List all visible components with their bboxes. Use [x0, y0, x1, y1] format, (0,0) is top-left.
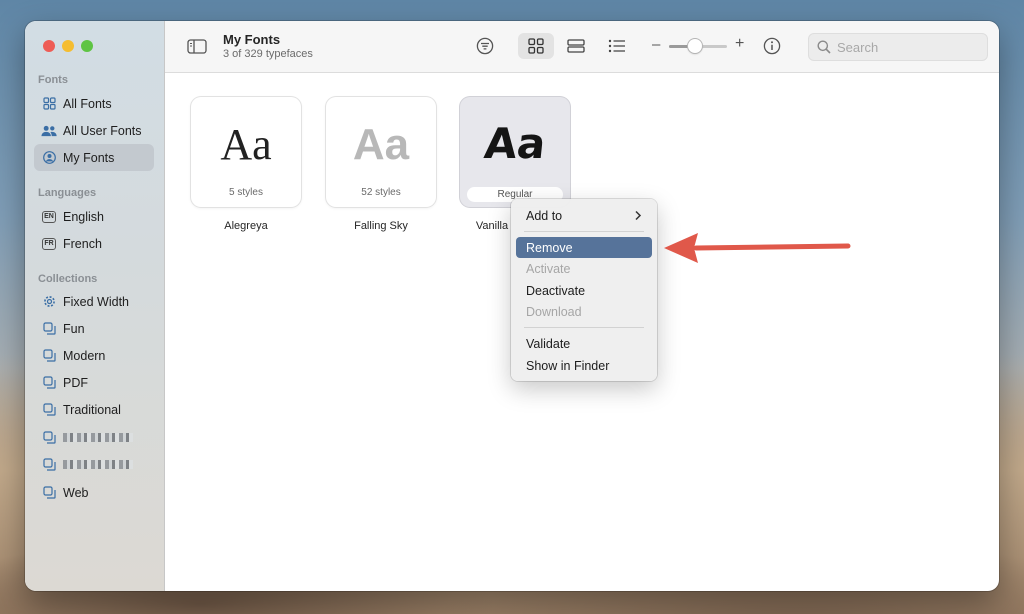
sidebar-item-label: Fixed Width [63, 294, 129, 309]
context-menu: Add to Remove Activate Deactivate Downlo… [511, 199, 657, 381]
sidebar-item-label: English [63, 209, 104, 224]
sidebar-item-web[interactable]: Web [34, 479, 154, 506]
info-button[interactable] [758, 33, 786, 59]
sidebar-toggle-button[interactable] [183, 33, 211, 59]
section-title-fonts: Fonts [38, 74, 68, 86]
list-view-button[interactable] [599, 33, 635, 59]
sidebar: Fonts All Fonts All User Fonts My Fonts … [25, 21, 165, 591]
font-sample: Aa [352, 120, 410, 169]
annotation-arrow-icon [664, 233, 851, 263]
sidebar-item-redacted[interactable] [34, 451, 154, 478]
sidebar-item-label: Traditional [63, 402, 121, 417]
menu-item-validate[interactable]: Validate [516, 333, 652, 354]
menu-item-activate: Activate [516, 258, 652, 279]
grid-view-icon [528, 38, 544, 54]
collection-icon [41, 322, 57, 335]
menu-item-show-in-finder[interactable]: Show in Finder [516, 355, 652, 376]
menu-separator [524, 327, 644, 328]
slider-knob[interactable] [688, 39, 703, 53]
zoom-in-label[interactable]: + [735, 35, 744, 53]
font-sample: Aa [482, 119, 549, 168]
search-icon [817, 40, 831, 54]
font-name: Falling Sky [354, 220, 408, 232]
grid-icon [41, 97, 57, 110]
section-title-collections: Collections [38, 273, 98, 285]
menu-item-label: Add to [526, 208, 563, 223]
sidebar-item-fixed-width[interactable]: Fixed Width [34, 288, 154, 315]
gear-icon [41, 295, 57, 308]
font-styles-count: 52 styles [361, 187, 401, 198]
minimize-button[interactable] [62, 40, 74, 52]
close-button[interactable] [43, 40, 55, 52]
strip-view-icon [567, 39, 585, 53]
menu-item-label: Activate [526, 261, 571, 276]
font-name: Alegreya [224, 220, 268, 232]
search-input[interactable] [835, 38, 979, 56]
sidebar-item-french[interactable]: FR French [34, 230, 154, 257]
sidebar-item-traditional[interactable]: Traditional [34, 396, 154, 423]
filter-icon [476, 37, 494, 55]
sidebar-item-label: Web [63, 485, 89, 500]
window-title: My Fonts [223, 32, 281, 47]
redacted-label [63, 460, 133, 469]
search-field[interactable] [808, 33, 988, 61]
collection-icon [41, 431, 57, 444]
window-subtitle: 3 of 329 typefaces [223, 48, 313, 60]
sidebar-item-my-fonts[interactable]: My Fonts [34, 144, 154, 171]
sidebar-item-fun[interactable]: Fun [34, 315, 154, 342]
sidebar-item-label: French [63, 236, 102, 251]
sidebar-item-label: All User Fonts [63, 123, 142, 138]
menu-item-label: Validate [526, 336, 571, 351]
menu-item-label: Show in Finder [526, 358, 610, 373]
font-styles-count: 5 styles [229, 187, 263, 198]
sidebar-item-pdf[interactable]: PDF [34, 369, 154, 396]
chevron-right-icon [635, 210, 642, 221]
font-sample: Aa [220, 120, 272, 169]
collection-icon [41, 458, 57, 471]
menu-separator [524, 231, 644, 232]
toolbar: My Fonts 3 of 329 typefaces – + [165, 21, 999, 73]
collection-icon [41, 376, 57, 389]
sidebar-item-label: Fun [63, 321, 85, 336]
sidebar-item-label: PDF [63, 375, 88, 390]
section-title-languages: Languages [38, 187, 97, 199]
strip-view-button[interactable] [558, 33, 594, 59]
user-circle-icon [41, 151, 57, 164]
font-tile-vanilla[interactable]: Aa Regular [460, 97, 570, 207]
grid-view-button[interactable] [518, 33, 554, 59]
sidebar-item-label: Modern [63, 348, 106, 363]
collection-icon [41, 486, 57, 499]
sidebar-icon [187, 38, 207, 54]
zoom-button[interactable] [81, 40, 93, 52]
info-icon [763, 37, 781, 55]
sidebar-item-label: My Fonts [63, 150, 115, 165]
menu-item-add-to[interactable]: Add to [516, 205, 652, 226]
filter-button[interactable] [471, 33, 499, 59]
sidebar-item-all-fonts[interactable]: All Fonts [34, 90, 154, 117]
users-icon [41, 125, 57, 137]
menu-item-label: Remove [526, 240, 573, 255]
window-controls [43, 40, 93, 52]
menu-item-label: Deactivate [526, 283, 586, 298]
collection-icon [41, 403, 57, 416]
language-badge-icon: EN [41, 210, 57, 223]
font-tile-falling-sky[interactable]: Aa 52 styles [326, 97, 436, 207]
sidebar-item-english[interactable]: EN English [34, 203, 154, 230]
collection-icon [41, 349, 57, 362]
menu-item-remove[interactable]: Remove [516, 237, 652, 258]
menu-item-deactivate[interactable]: Deactivate [516, 280, 652, 301]
menu-item-download: Download [516, 301, 652, 322]
list-view-icon [608, 39, 625, 53]
menu-item-label: Download [526, 304, 582, 319]
sidebar-item-modern[interactable]: Modern [34, 342, 154, 369]
preview-size-slider[interactable] [669, 39, 727, 53]
language-badge-icon: FR [41, 237, 57, 250]
font-tile-alegreya[interactable]: Aa 5 styles [191, 97, 301, 207]
zoom-out-label[interactable]: – [652, 36, 660, 53]
sidebar-item-redacted[interactable] [34, 424, 154, 451]
redacted-label [63, 433, 133, 442]
sidebar-item-all-user-fonts[interactable]: All User Fonts [34, 117, 154, 144]
sidebar-item-label: All Fonts [63, 96, 112, 111]
